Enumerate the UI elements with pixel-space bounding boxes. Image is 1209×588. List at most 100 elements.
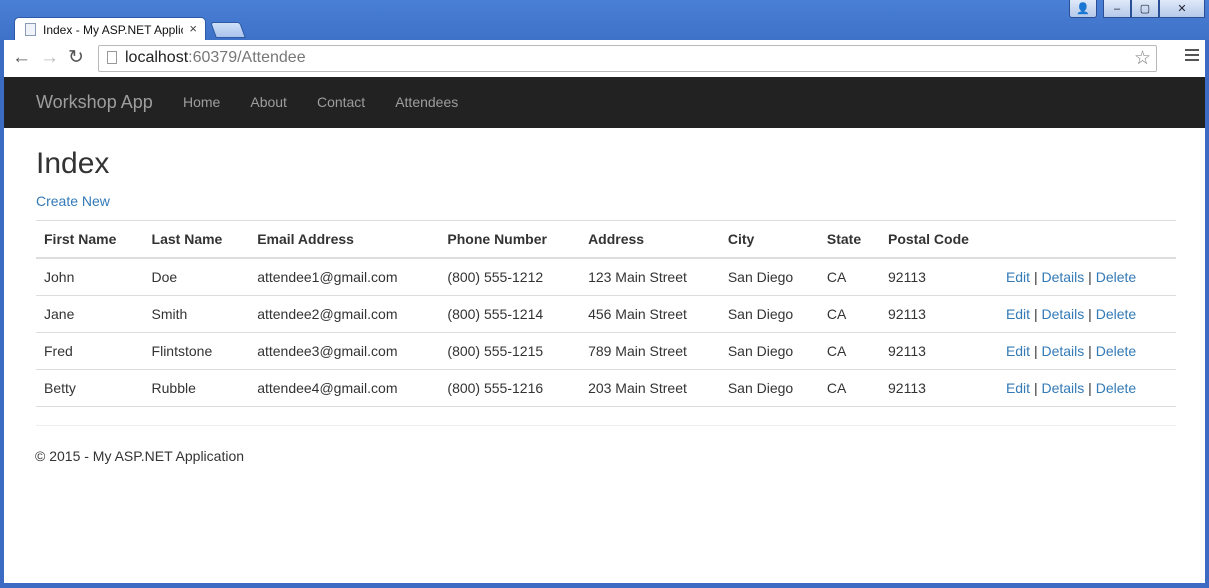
reload-icon[interactable]: ↻ bbox=[68, 48, 84, 68]
table-cell: San Diego bbox=[719, 369, 819, 407]
table-cell: 203 Main Street bbox=[580, 369, 720, 407]
edit-link[interactable]: Edit bbox=[1006, 380, 1030, 396]
table-cell: 789 Main Street bbox=[580, 332, 720, 370]
url-host: localhost bbox=[125, 49, 189, 66]
action-separator: | bbox=[1088, 306, 1092, 322]
column-header: City bbox=[719, 220, 819, 259]
details-link[interactable]: Details bbox=[1041, 269, 1084, 285]
table-cell: Betty bbox=[36, 369, 144, 407]
brand-link[interactable]: Workshop App bbox=[36, 92, 153, 113]
table-cell: San Diego bbox=[719, 258, 819, 296]
address-bar[interactable]: localhost:60379/Attendee ☆ bbox=[98, 45, 1157, 72]
browser-toolbar: ← → ↻ localhost:60379/Attendee ☆ bbox=[4, 40, 1205, 78]
table-cell: (800) 555-1212 bbox=[439, 258, 581, 296]
window-controls: 👤 – ▢ ✕ bbox=[1069, 0, 1205, 18]
window-titlebar: 👤 – ▢ ✕ Index - My ASP.NET Application × bbox=[0, 0, 1209, 41]
table-cell: Smith bbox=[143, 295, 250, 333]
browser-menu-icon[interactable] bbox=[1185, 49, 1199, 64]
page-favicon-icon bbox=[25, 23, 36, 36]
details-link[interactable]: Details bbox=[1041, 343, 1084, 359]
nav-home[interactable]: Home bbox=[168, 77, 235, 127]
table-cell: 123 Main Street bbox=[580, 258, 720, 296]
row-actions: Edit | Details | Delete bbox=[997, 332, 1176, 370]
minimize-button[interactable]: – bbox=[1103, 0, 1131, 18]
forward-arrow-icon[interactable]: → bbox=[40, 48, 59, 68]
table-cell: CA bbox=[818, 258, 880, 296]
table-cell: Jane bbox=[36, 295, 144, 333]
action-separator: | bbox=[1033, 269, 1038, 285]
delete-link[interactable]: Delete bbox=[1096, 343, 1136, 359]
table-row: Betty Rubble attendee4@gmail.com (800) 555-… bbox=[36, 369, 1176, 407]
tab-title: Index - My ASP.NET Application bbox=[43, 23, 183, 37]
row-actions: Edit | Details | Delete bbox=[997, 258, 1176, 296]
edit-link[interactable]: Edit bbox=[1006, 343, 1030, 359]
close-window-button[interactable]: ✕ bbox=[1159, 0, 1205, 18]
back-arrow-icon[interactable]: ← bbox=[12, 48, 31, 68]
row-actions: Edit | Details | Delete bbox=[997, 369, 1176, 407]
create-new-link[interactable]: Create New bbox=[36, 193, 110, 209]
row-actions: Edit | Details | Delete bbox=[997, 295, 1176, 333]
nav-about[interactable]: About bbox=[235, 77, 302, 127]
column-header: Address bbox=[580, 220, 720, 259]
table-cell: 92113 bbox=[880, 295, 998, 333]
delete-link[interactable]: Delete bbox=[1096, 380, 1136, 396]
url-path: :60379/Attendee bbox=[188, 49, 306, 66]
edit-link[interactable]: Edit bbox=[1006, 306, 1030, 322]
details-link[interactable]: Details bbox=[1041, 306, 1084, 322]
table-row: Fred Flintstone attendee3@gmail.com (800) 5… bbox=[36, 332, 1176, 370]
table-cell: 92113 bbox=[880, 369, 998, 407]
nav-attendees[interactable]: Attendees bbox=[380, 77, 473, 127]
table-cell: (800) 555-1215 bbox=[439, 332, 581, 370]
table-cell: attendee2@gmail.com bbox=[249, 295, 440, 333]
delete-link[interactable]: Delete bbox=[1096, 269, 1136, 285]
table-cell: CA bbox=[818, 295, 880, 333]
action-separator: | bbox=[1088, 343, 1092, 359]
table-cell: CA bbox=[818, 332, 880, 370]
new-tab-button[interactable] bbox=[210, 22, 246, 38]
footer-divider bbox=[36, 425, 1176, 426]
action-separator: | bbox=[1033, 380, 1038, 396]
nav-links: Home About Contact Attendees bbox=[168, 77, 473, 127]
tab-close-icon[interactable]: × bbox=[189, 21, 197, 36]
page-viewport: Workshop App Home About Contact Attendee… bbox=[4, 77, 1205, 583]
table-cell: John bbox=[36, 258, 144, 296]
column-header: First Name bbox=[36, 220, 144, 259]
edit-link[interactable]: Edit bbox=[1006, 269, 1030, 285]
table-header-row: First Name Last Name Email Address Phone Nu… bbox=[36, 220, 1176, 259]
browser-tab[interactable]: Index - My ASP.NET Application × bbox=[14, 17, 206, 41]
table-cell: 92113 bbox=[880, 332, 998, 370]
column-header: Phone Number bbox=[439, 220, 581, 259]
column-header: Postal Code bbox=[880, 220, 998, 259]
bookmark-star-icon[interactable]: ☆ bbox=[1134, 47, 1151, 70]
table-cell: attendee1@gmail.com bbox=[249, 258, 440, 296]
table-cell: Flintstone bbox=[143, 332, 250, 370]
table-cell: CA bbox=[818, 369, 880, 407]
table-cell: 92113 bbox=[880, 258, 998, 296]
footer-text: © 2015 - My ASP.NET Application bbox=[35, 448, 245, 464]
table-cell: 456 Main Street bbox=[580, 295, 720, 333]
user-icon[interactable]: 👤 bbox=[1069, 0, 1097, 18]
site-navbar: Workshop App Home About Contact Attendee… bbox=[4, 77, 1205, 128]
nav-contact[interactable]: Contact bbox=[302, 77, 380, 127]
table-cell: attendee4@gmail.com bbox=[249, 369, 440, 407]
column-header-actions bbox=[997, 220, 1176, 259]
table-cell: San Diego bbox=[719, 295, 819, 333]
table-cell: (800) 555-1214 bbox=[439, 295, 581, 333]
action-separator: | bbox=[1088, 380, 1092, 396]
action-separator: | bbox=[1088, 269, 1092, 285]
table-row: Jane Smith attendee2@gmail.com (800) 555-12… bbox=[36, 295, 1176, 333]
delete-link[interactable]: Delete bbox=[1096, 306, 1136, 322]
table-cell: Doe bbox=[143, 258, 250, 296]
maximize-button[interactable]: ▢ bbox=[1131, 0, 1159, 18]
table-cell: San Diego bbox=[719, 332, 819, 370]
table-body: John Doe attendee1@gmail.com (800) 555-1212… bbox=[36, 258, 1176, 407]
table-cell: Rubble bbox=[143, 369, 250, 407]
action-separator: | bbox=[1033, 306, 1038, 322]
attendee-table: First Name Last Name Email Address Phone Nu… bbox=[36, 220, 1176, 407]
table-cell: attendee3@gmail.com bbox=[249, 332, 440, 370]
column-header: State bbox=[818, 220, 880, 259]
page-title: Index bbox=[36, 147, 110, 180]
page-icon bbox=[107, 51, 117, 64]
url-text[interactable]: localhost:60379/Attendee bbox=[125, 49, 306, 67]
details-link[interactable]: Details bbox=[1041, 380, 1084, 396]
